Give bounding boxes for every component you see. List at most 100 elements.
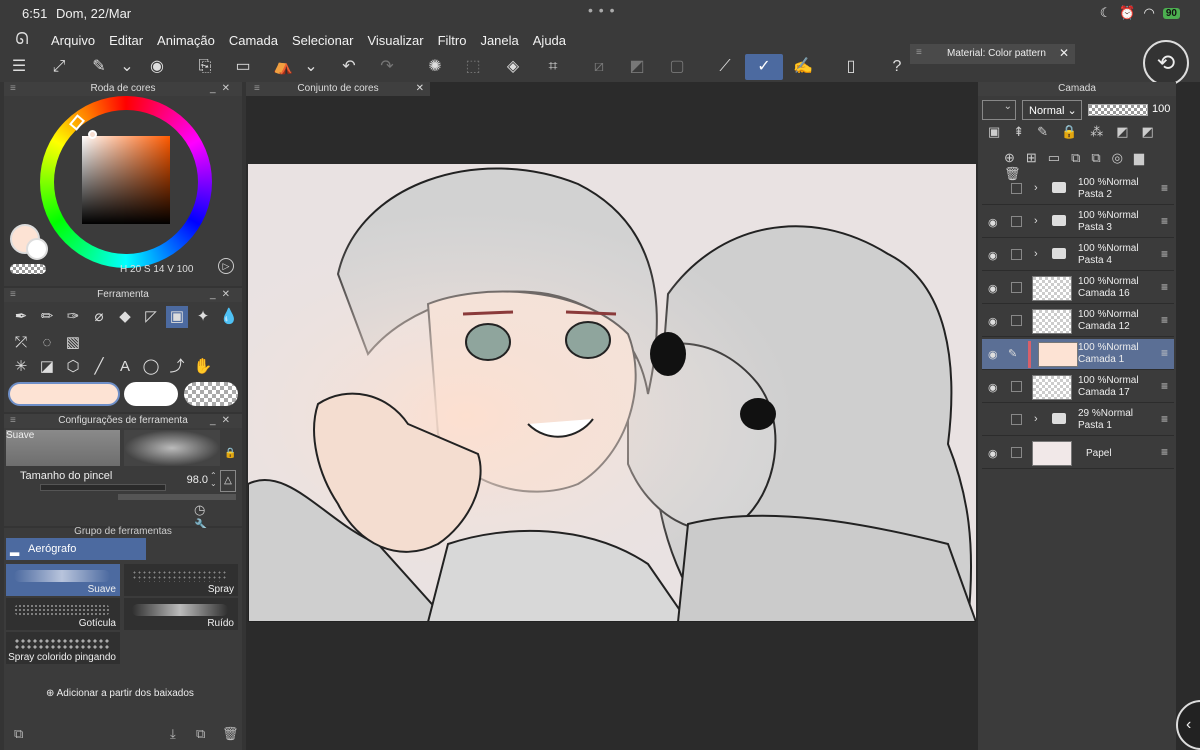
blend-tool-icon[interactable]: 💧 (218, 306, 240, 328)
subtool-group-tab[interactable]: ▂ Aerógrafo (6, 538, 146, 560)
color-set-panel-header[interactable]: ≡ Conjunto de cores ✕ (246, 82, 430, 96)
brush-item-suave[interactable]: Suave (6, 564, 120, 596)
layer-row[interactable]: › 29 %Normal Pasta 1 ≡ (982, 405, 1174, 436)
menu-camada[interactable]: Camada (222, 33, 285, 48)
app-logo-icon[interactable]: ᘏ (0, 31, 44, 49)
visibility-eye-icon[interactable]: ◉ (988, 381, 998, 394)
fill-icon[interactable]: ◈ (500, 54, 526, 80)
lock-icon[interactable]: 🔒 (224, 448, 236, 459)
visibility-eye-icon[interactable]: ◉ (988, 315, 998, 328)
layer-lock-checkbox[interactable] (1011, 381, 1022, 392)
chevron-right-icon[interactable]: › (1034, 182, 1038, 194)
balloon-tool-icon[interactable]: ◯ (140, 356, 162, 378)
brush-tool-icon[interactable]: ⌀ (88, 306, 110, 328)
new-file-icon[interactable]: ⎘ (192, 54, 218, 80)
ruler-icon[interactable]: ⟋ (712, 54, 738, 80)
layer-row[interactable]: › 100 %Normal Pasta 2 ≡ (982, 174, 1174, 205)
brush-item-spray-colorido[interactable]: Spray colorido pingando (6, 632, 120, 664)
opacity-slider[interactable] (1088, 104, 1148, 116)
brush-item-ruido[interactable]: Ruído (124, 598, 238, 630)
visibility-eye-icon[interactable]: ◉ (988, 447, 998, 460)
layer-menu-icon[interactable]: ≡ (1161, 346, 1168, 360)
layer-row[interactable]: ◉ ✎ 100 %Normal Camada 1 ≡ (982, 339, 1174, 370)
visibility-eye-icon[interactable]: ◉ (988, 216, 998, 229)
redo-icon[interactable]: ↷ (374, 54, 400, 80)
download-icon[interactable]: ⤓ (170, 726, 176, 742)
edit-icon[interactable]: ✎ (86, 54, 112, 80)
spinner-icon[interactable]: ✺ (422, 54, 448, 80)
invert-selection-icon[interactable]: ◩ (624, 54, 650, 80)
duplicate-icon[interactable]: ⧉ (196, 726, 205, 742)
decoration-tool-icon[interactable]: ✦ (192, 306, 214, 328)
menu-animacao[interactable]: Animação (150, 33, 222, 48)
secondary-slider[interactable] (118, 494, 236, 500)
deselect-icon[interactable]: ⧄ (586, 54, 612, 80)
brush-item-spray[interactable]: Spray (124, 564, 238, 596)
opacity-value[interactable]: 100 (1152, 103, 1170, 115)
grip-icon[interactable]: ≡ (10, 288, 16, 302)
layer-lock-checkbox[interactable] (1011, 447, 1022, 458)
layer-menu-icon[interactable]: ≡ (1161, 313, 1168, 327)
multitask-dots-icon[interactable]: • • • (588, 2, 615, 18)
grip-icon[interactable]: ≡ (10, 414, 16, 428)
brush-active-icon[interactable]: ✓ (745, 54, 783, 80)
visibility-eye-icon[interactable]: ◉ (988, 282, 998, 295)
main-color-bar[interactable] (8, 382, 120, 406)
vector-tool-icon[interactable]: ◸ (140, 306, 162, 328)
layer-lock-checkbox[interactable] (1011, 414, 1022, 425)
selection-border-icon[interactable]: ▢ (664, 54, 690, 80)
menu-visualizar[interactable]: Visualizar (360, 33, 430, 48)
pen-icon[interactable]: ✍ (790, 54, 816, 80)
sv-cursor[interactable] (88, 130, 97, 139)
open-folder-icon[interactable]: ▭ (230, 54, 256, 80)
layer-menu-icon[interactable]: ≡ (1161, 412, 1168, 426)
visibility-eye-icon[interactable]: ◉ (988, 249, 998, 262)
hand-tool-icon[interactable]: ✋ (192, 356, 214, 378)
close-icon[interactable]: ✕ (1059, 46, 1069, 60)
chevron-down-icon[interactable]: ⌄ (114, 54, 140, 80)
hamburger-menu-icon[interactable]: ☰ (6, 54, 32, 80)
layer-row[interactable]: ◉ 100 %Normal Camada 12 ≡ (982, 306, 1174, 337)
layer-toolbar-1[interactable]: ▣⇞✎🔒⁂◩◩ (988, 124, 1174, 140)
text-tool-icon[interactable]: A (114, 356, 136, 378)
chevron-right-icon[interactable]: › (1034, 215, 1038, 227)
chevron-right-icon[interactable]: › (1034, 248, 1038, 260)
grip-icon[interactable]: ≡ (254, 82, 260, 96)
sub-color-bar[interactable] (124, 382, 178, 406)
eraser-tool-icon[interactable]: ◆ (114, 306, 136, 328)
chevron-right-icon[interactable]: › (1034, 413, 1038, 425)
transparent-color-bar[interactable] (184, 382, 238, 406)
layer-lock-checkbox[interactable] (1011, 249, 1022, 260)
panel-controls[interactable]: _✕ (210, 82, 236, 96)
sub-color-swatch[interactable] (26, 238, 48, 260)
undo-icon[interactable]: ↶ (336, 54, 362, 80)
correction-tool-icon[interactable]: ⤴ (166, 356, 188, 378)
layer-row[interactable]: ◉ › 100 %Normal Pasta 3 ≡ (982, 207, 1174, 238)
menu-filtro[interactable]: Filtro (431, 33, 474, 48)
layer-menu-icon[interactable]: ≡ (1161, 247, 1168, 261)
gradient-tool-icon[interactable]: ◪ (36, 356, 58, 378)
add-from-downloads-button[interactable]: ⊕ Adicionar a partir dos baixados (46, 688, 194, 699)
subtool-settings-icon[interactable]: ⧉ (14, 726, 23, 742)
quick-access-button[interactable]: ⟲ (1143, 40, 1189, 86)
visibility-eye-icon[interactable]: ◉ (988, 348, 998, 361)
pressure-icon[interactable]: △ (220, 470, 236, 492)
layer-lock-checkbox[interactable] (1011, 216, 1022, 227)
layer-menu-icon[interactable]: ≡ (1161, 181, 1168, 195)
menu-editar[interactable]: Editar (102, 33, 150, 48)
side-panel-handle[interactable]: ‹ (1176, 700, 1200, 750)
layer-row[interactable]: ◉ 100 %Normal Camada 17 ≡ (982, 372, 1174, 403)
transform-icon[interactable]: ⌗ (540, 54, 566, 80)
blend-preview-dropdown[interactable]: ⌄ (982, 100, 1016, 120)
menu-arquivo[interactable]: Arquivo (44, 33, 102, 48)
layer-lock-checkbox[interactable] (1011, 282, 1022, 293)
move-tool-icon[interactable]: ⤱ (10, 332, 32, 354)
layer-row[interactable]: ◉ 100 %Normal Camada 16 ≡ (982, 273, 1174, 304)
sparkle-tool-icon[interactable]: ✳ (10, 356, 32, 378)
saturation-value-square[interactable] (82, 136, 170, 224)
material-panel-header[interactable]: ≡ Material: Color pattern ✕ (910, 44, 1075, 64)
ink-tool-icon[interactable]: ✑ (62, 306, 84, 328)
trash-icon[interactable]: 🗑 (222, 726, 239, 742)
menu-ajuda[interactable]: Ajuda (526, 33, 573, 48)
layer-row[interactable]: ◉ Papel ≡ (982, 438, 1174, 469)
